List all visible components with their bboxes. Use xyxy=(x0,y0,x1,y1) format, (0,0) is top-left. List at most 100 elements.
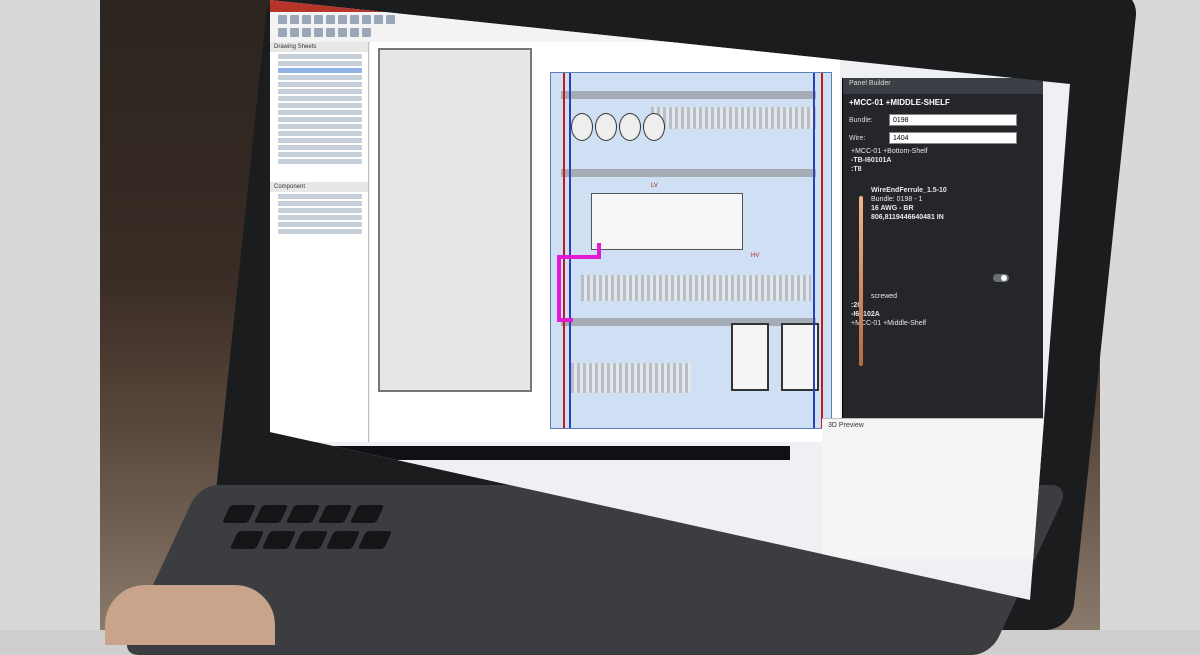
toolbar-icon[interactable] xyxy=(302,28,311,37)
component-title: Component xyxy=(270,182,368,192)
tree-item[interactable] xyxy=(278,89,362,94)
component-field[interactable] xyxy=(278,215,362,220)
plc-module xyxy=(591,193,743,250)
key xyxy=(229,531,265,549)
wire-graphic xyxy=(859,196,863,366)
key xyxy=(317,505,353,523)
wire-blue xyxy=(813,73,815,428)
key xyxy=(325,531,361,549)
source-location: +MCC-01 +Bottom-Shelf xyxy=(851,148,928,155)
target-terminal: :20 xyxy=(851,302,862,309)
tree-item[interactable] xyxy=(278,103,362,108)
drawing-canvas[interactable]: LV HV xyxy=(370,42,840,442)
toolbar-icon[interactable] xyxy=(290,28,299,37)
toolbar-icon[interactable] xyxy=(326,28,335,37)
3d-preview-title: 3D Preview xyxy=(828,422,864,429)
tree-item[interactable] xyxy=(278,96,362,101)
component-field[interactable] xyxy=(278,229,362,234)
key xyxy=(349,505,385,523)
highlighted-wire xyxy=(557,318,573,322)
tree-item[interactable] xyxy=(278,159,362,164)
circuit-breaker xyxy=(643,113,665,141)
toolbar-icon[interactable] xyxy=(326,15,335,24)
component-field[interactable] xyxy=(278,208,362,213)
target-location: +MCC-01 +Middle-Shelf xyxy=(851,320,927,327)
panel-builder: Panel Builder +MCC-01 +MIDDLE-SHELF Bund… xyxy=(842,78,1043,418)
component-field[interactable] xyxy=(278,222,362,227)
background-left xyxy=(0,0,100,630)
toolbar-icon[interactable] xyxy=(290,15,299,24)
toolbar-icon[interactable] xyxy=(302,15,311,24)
toolbar-icon[interactable] xyxy=(278,28,287,37)
wire-label: Wire: xyxy=(849,134,866,142)
bundle-info: Bundle: 0198 - 1 xyxy=(871,196,923,203)
toolbar-icon[interactable] xyxy=(350,15,359,24)
bundle-input[interactable] xyxy=(889,114,1017,126)
toolbar-icon[interactable] xyxy=(374,15,383,24)
tree-item[interactable] xyxy=(278,138,362,143)
toolbar-icon[interactable] xyxy=(386,15,395,24)
key xyxy=(253,505,289,523)
toolbar-icon[interactable] xyxy=(338,15,347,24)
component-field[interactable] xyxy=(278,201,362,206)
circuit-breaker xyxy=(619,113,641,141)
source-terminal: :T8 xyxy=(851,166,862,173)
key xyxy=(293,531,329,549)
toolbar-icon[interactable] xyxy=(350,28,359,37)
highlighted-wire xyxy=(597,243,601,259)
terminal-block xyxy=(651,107,816,129)
wire-red xyxy=(821,73,823,428)
wire-field: Wire: xyxy=(843,129,1043,147)
hv-label: HV xyxy=(751,253,760,259)
tree-item[interactable] xyxy=(278,124,362,129)
toolbar-icon[interactable] xyxy=(362,15,371,24)
key xyxy=(221,505,257,523)
tree-item[interactable] xyxy=(278,131,362,136)
lv-label: LV xyxy=(651,183,658,189)
panel-builder-title: +MCC-01 +MIDDLE-SHELF xyxy=(849,98,950,107)
wire-blue xyxy=(569,73,571,428)
toolbar-icon[interactable] xyxy=(278,15,287,24)
toolbar-icon[interactable] xyxy=(338,28,347,37)
bundle-label: Bundle: xyxy=(849,116,873,124)
toggle-switch[interactable] xyxy=(993,274,1009,282)
wire-gauge: 16 AWG - BR xyxy=(871,205,914,212)
connection-type: screwed xyxy=(871,293,898,300)
highlighted-wire xyxy=(557,255,561,320)
tree-item[interactable] xyxy=(278,110,362,115)
panel-builder-header: Panel Builder xyxy=(843,78,1043,94)
din-rail xyxy=(561,318,816,326)
din-rail xyxy=(561,91,816,99)
source-device: -TB-I60101A xyxy=(851,157,892,164)
panel-layout[interactable]: LV HV xyxy=(550,72,832,429)
tree-item[interactable] xyxy=(278,54,362,59)
tree-item[interactable] xyxy=(278,152,362,157)
wire-red xyxy=(563,73,565,428)
toolbar-icon[interactable] xyxy=(362,28,371,37)
key xyxy=(285,505,321,523)
component-field[interactable] xyxy=(278,194,362,199)
key xyxy=(357,531,393,549)
toolbar-icon[interactable] xyxy=(314,28,323,37)
terminal-block xyxy=(581,275,811,301)
tree-item[interactable] xyxy=(278,145,362,150)
left-sidebar: Drawing Sheets Component xyxy=(270,42,369,442)
toolbar-icon[interactable] xyxy=(314,15,323,24)
tree-item-selected[interactable] xyxy=(278,68,362,73)
din-rail xyxy=(561,169,816,177)
tree-item[interactable] xyxy=(278,82,362,87)
key xyxy=(261,531,297,549)
wire-input[interactable] xyxy=(889,132,1017,144)
circuit-breaker xyxy=(595,113,617,141)
user-hand xyxy=(105,585,275,645)
tree-item[interactable] xyxy=(278,117,362,122)
tree-item[interactable] xyxy=(278,75,362,80)
circuit-breaker xyxy=(571,113,593,141)
motor-drive xyxy=(731,323,769,391)
bundle-field: Bundle: xyxy=(843,111,1043,129)
tree-item[interactable] xyxy=(278,61,362,66)
target-device: -I60102A xyxy=(851,311,880,318)
ferrule-name: WireEndFerrule_1.5-10 xyxy=(871,187,947,194)
terminal-block xyxy=(571,363,691,393)
wire-length: 806,8119446640481 IN xyxy=(871,214,944,221)
